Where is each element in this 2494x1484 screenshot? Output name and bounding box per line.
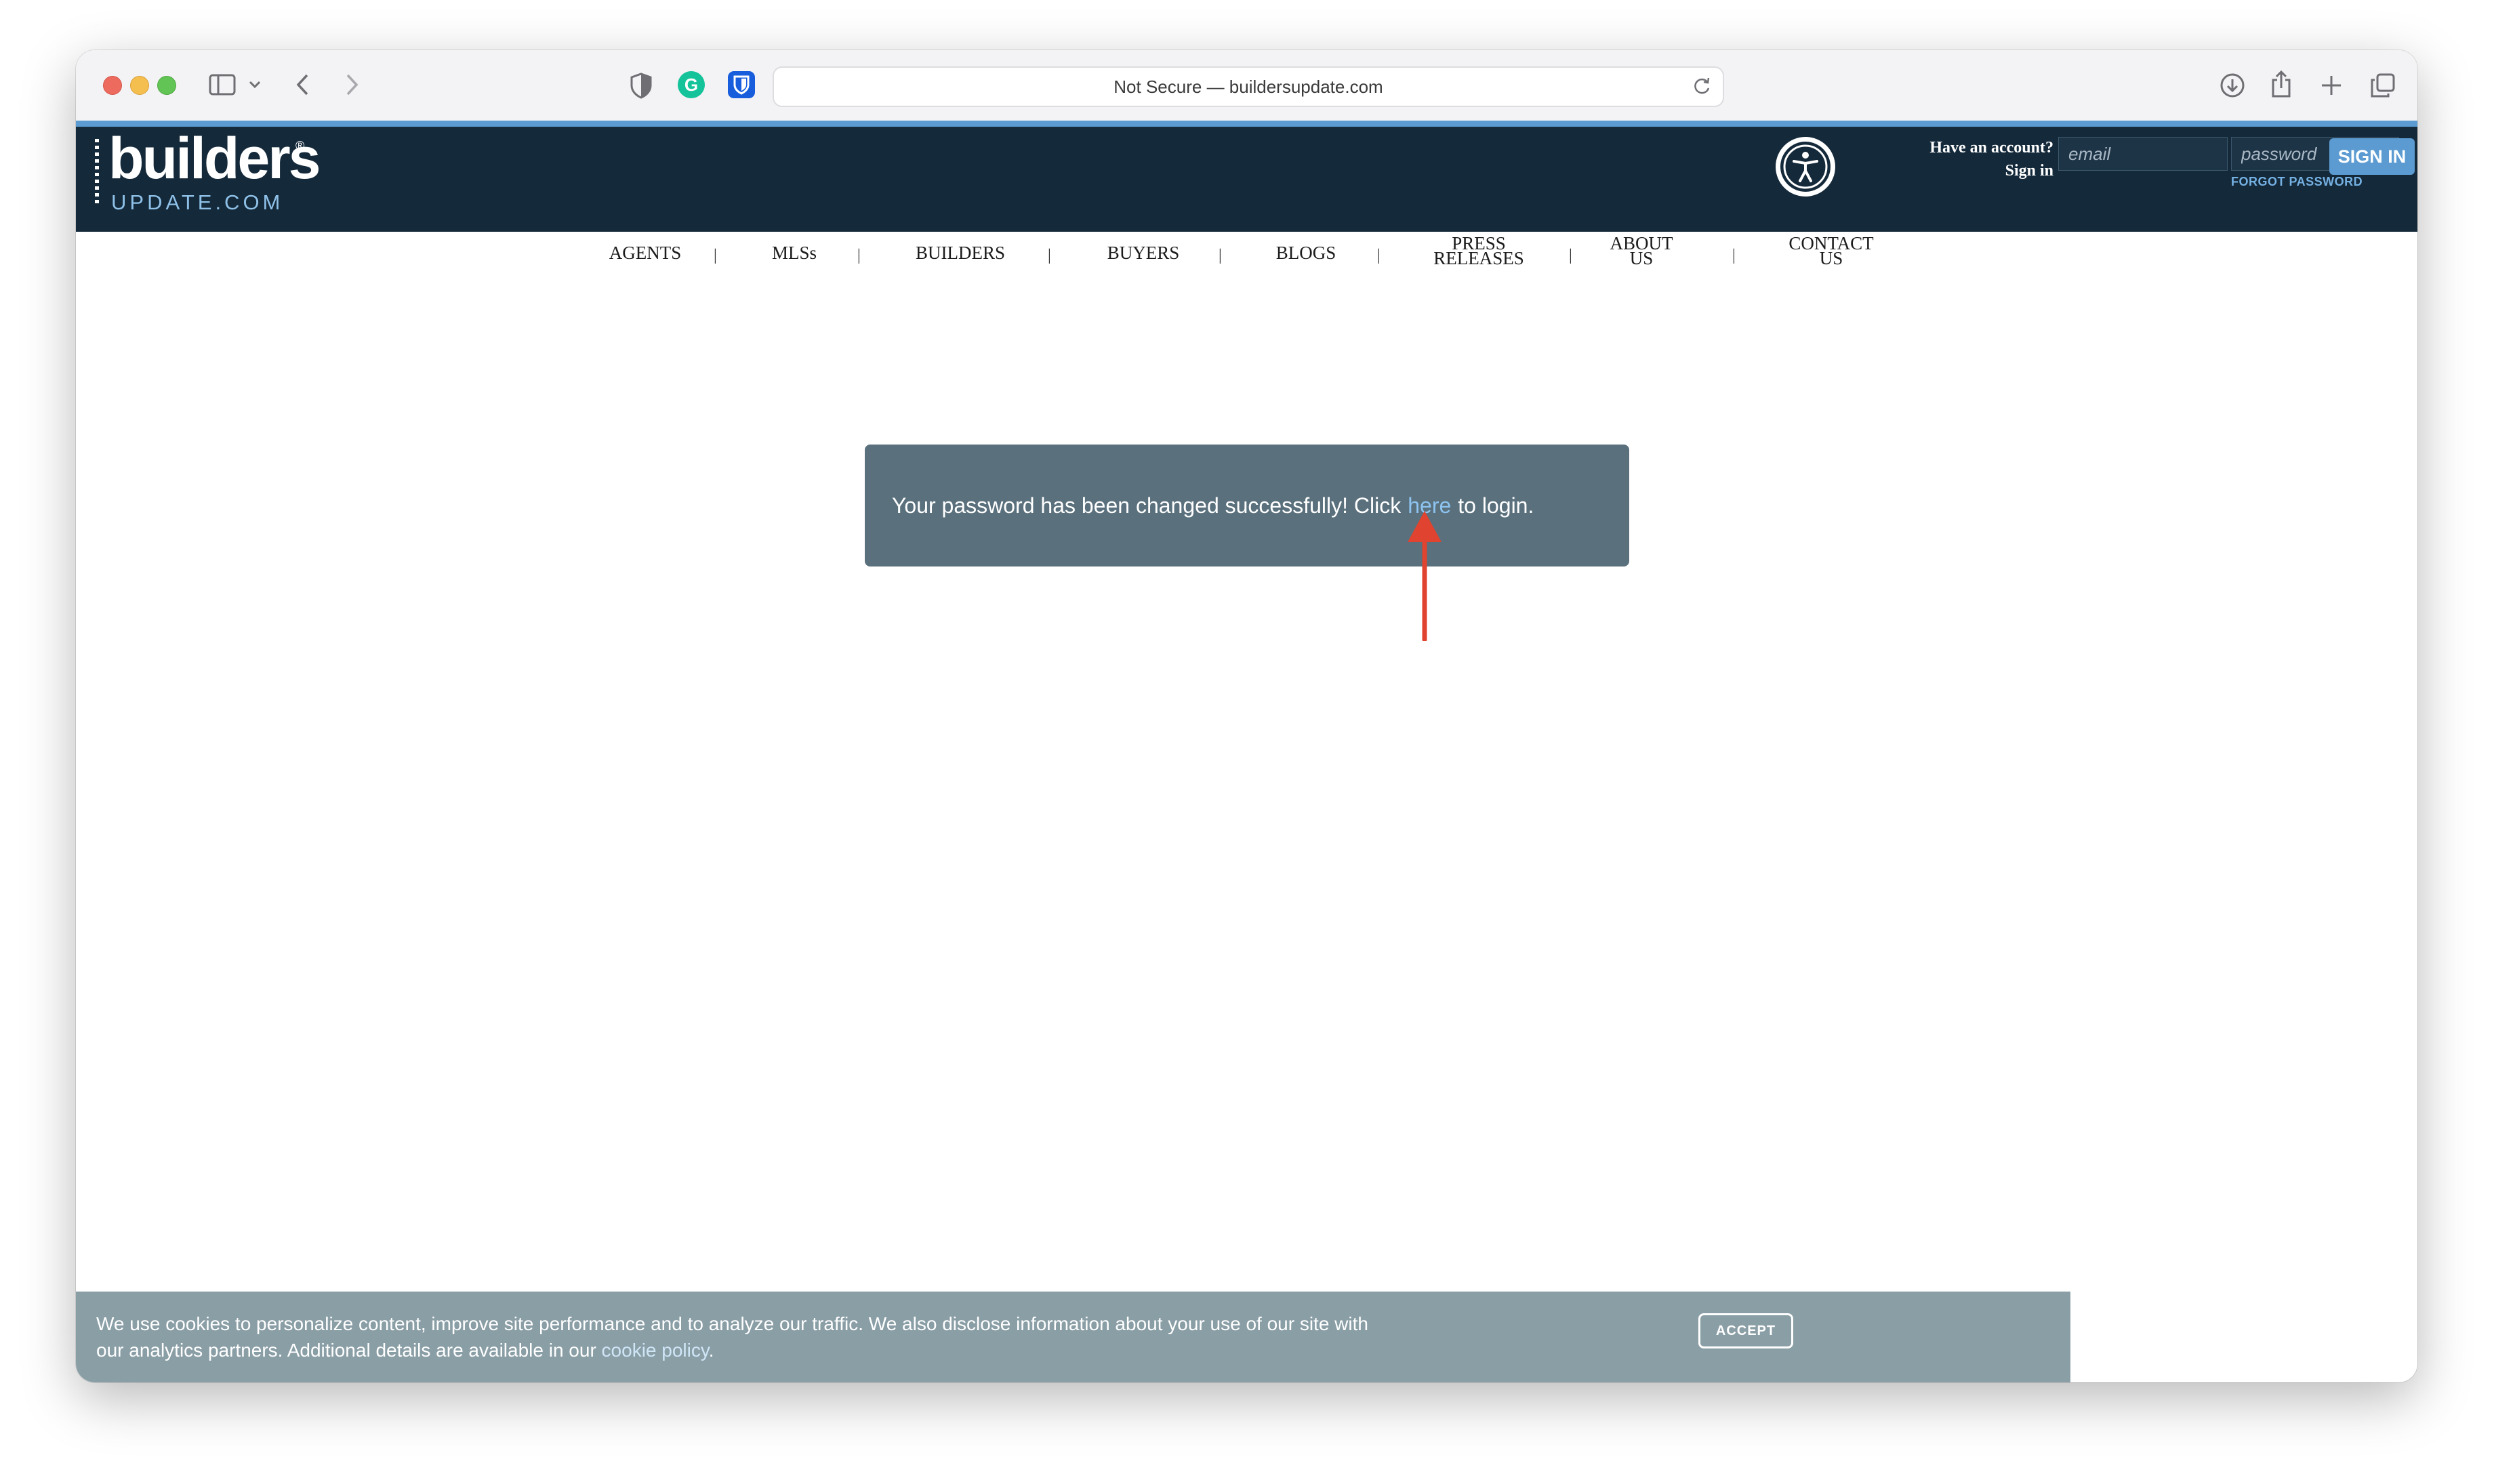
nav-press-releases[interactable]: PRESS RELEASES [1404,234,1553,268]
nav-buyers[interactable]: BUYERS [1086,244,1201,262]
nav-mlss[interactable]: MLSs [754,244,835,262]
nav-separator: | [857,247,861,264]
logo-dots [95,139,99,205]
nav-separator: | [1569,247,1572,264]
grammarly-extension-icon[interactable]: G [678,71,705,98]
tab-overview-icon[interactable] [2368,70,2398,100]
accept-cookies-button[interactable]: ACCEPT [1698,1313,1793,1348]
cookie-policy-link[interactable]: cookie policy [602,1340,709,1361]
nav-builders[interactable]: BUILDERS [896,244,1025,262]
nav-separator: | [714,247,717,264]
address-bar-text: Not Secure — buildersupdate.com [1113,76,1383,97]
nav-about-us[interactable]: ABOUT US [1587,234,1696,268]
nav-separator: | [1377,247,1381,264]
nav-blogs[interactable]: BLOGS [1255,244,1357,262]
logo-registered-mark: ® [295,139,305,152]
site-logo[interactable]: builders ® UPDATE.COM [95,129,321,216]
logo-domain: UPDATE.COM [111,190,284,214]
annotation-arrow-icon [1408,511,1442,641]
accessibility-icon[interactable] [1776,137,1835,197]
site-header: builders ® UPDATE.COM Have an account? S… [76,121,2417,232]
browser-toolbar: G Not Secure — buildersupdate.com [76,50,2417,122]
cookie-banner: We use cookies to personalize content, i… [76,1292,2070,1382]
privacy-shield-icon[interactable] [628,70,655,100]
forward-arrow-icon[interactable] [340,70,363,99]
reload-icon[interactable] [1690,75,1713,98]
password-changed-message: Your password has been changed successfu… [865,445,1629,566]
account-question: Have an account? [1929,139,2053,157]
signin-label: Sign in [2005,162,2053,180]
message-text: Your password has been changed successfu… [892,493,1402,518]
forgot-password-link[interactable]: FORGOT PASSWORD [2231,175,2363,189]
bitwarden-extension-icon[interactable] [728,71,755,98]
nav-separator: | [1732,247,1736,264]
minimize-window-button[interactable] [130,76,149,95]
browser-window: G Not Secure — buildersupdate.com builde… [76,50,2417,1382]
new-tab-icon[interactable] [2316,70,2346,100]
chevron-down-icon[interactable] [247,75,263,95]
logo-wordmark: builders [108,126,321,191]
zoom-window-button[interactable] [157,76,176,95]
downloads-icon[interactable] [2217,70,2247,100]
share-icon[interactable] [2268,68,2295,100]
nav-separator: | [1219,247,1222,264]
nav-separator: | [1048,247,1051,264]
main-nav: AGENTS | MLSs | BUILDERS | BUYERS | BLOG… [76,232,2417,279]
sign-in-button[interactable]: SIGN IN [2329,138,2415,175]
cookie-notice-text: We use cookies to personalize content, i… [96,1313,1368,1361]
nav-contact-us[interactable]: CONTACT US [1763,234,1899,268]
message-text-end: to login. [1458,493,1534,518]
sidebar-toggle-icon[interactable] [209,73,236,96]
back-arrow-icon[interactable] [291,70,314,99]
close-window-button[interactable] [103,76,122,95]
address-bar[interactable]: Not Secure — buildersupdate.com [773,66,1724,107]
nav-agents[interactable]: AGENTS [591,244,699,262]
email-input[interactable] [2058,137,2228,171]
